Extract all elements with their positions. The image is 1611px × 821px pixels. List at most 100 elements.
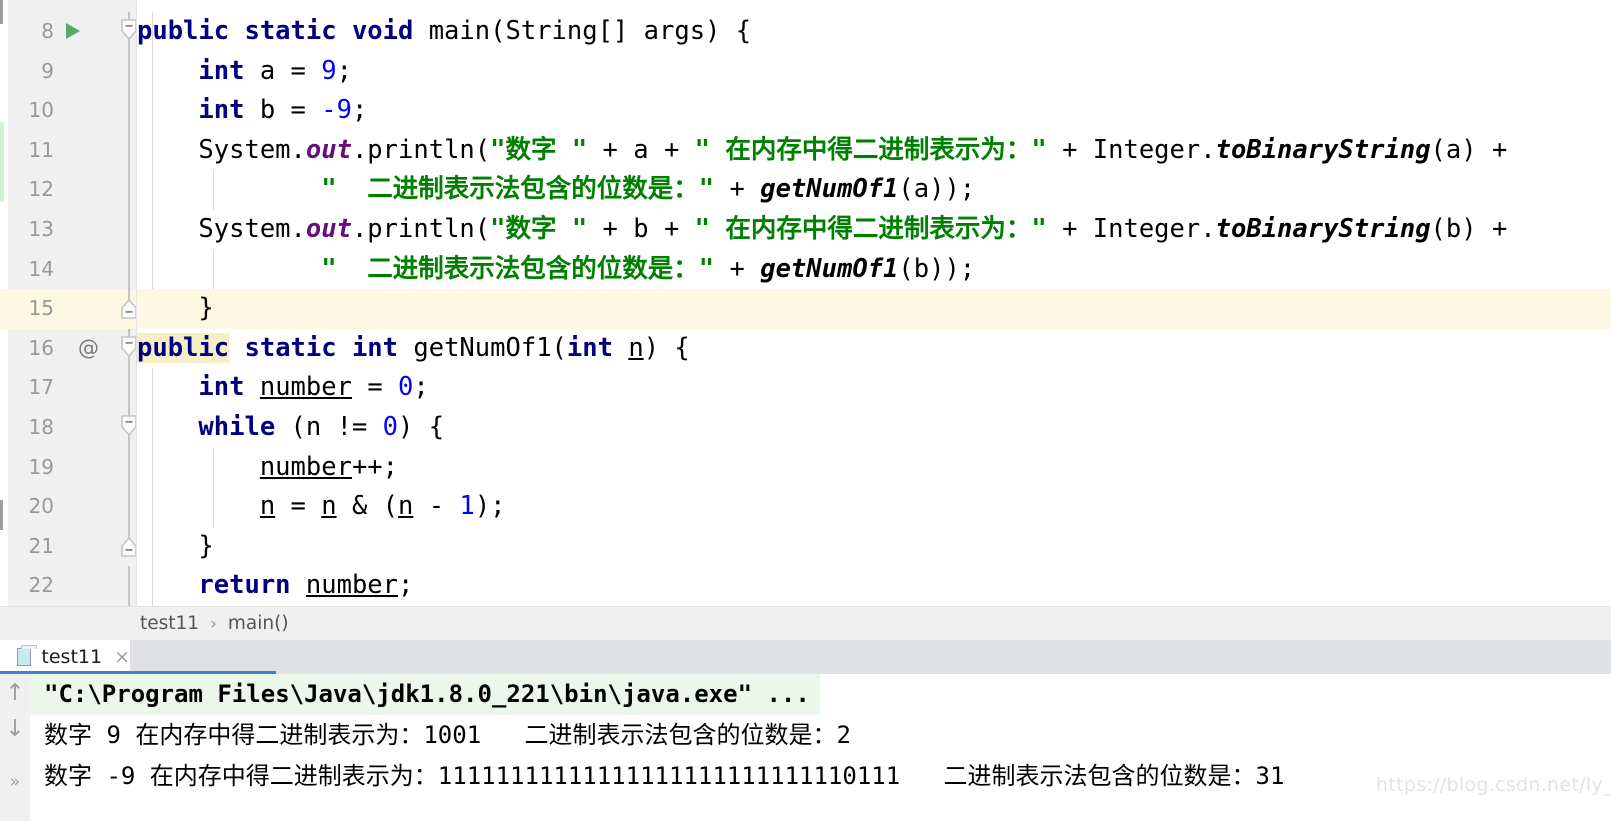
- line-number: 17: [28, 375, 54, 400]
- line-number: 11: [28, 137, 54, 162]
- fold-stem: [128, 368, 130, 408]
- code-token: 0: [382, 412, 399, 442]
- code-token: while: [198, 412, 291, 442]
- code-line[interactable]: 22 return number;: [0, 566, 1611, 606]
- breadcrumb-separator-icon: ›: [210, 613, 217, 634]
- code-text: int number = 0;: [137, 368, 429, 408]
- code-text: }: [137, 527, 213, 567]
- code-line[interactable]: 9 int a = 9;: [0, 51, 1611, 92]
- code-token: 9: [321, 55, 337, 86]
- code-token: n: [321, 491, 337, 522]
- code-token: int: [198, 95, 260, 126]
- code-line[interactable]: 11 System.out.println("数字 " + a + " 在内存中…: [0, 130, 1611, 171]
- breadcrumb-class[interactable]: test11: [140, 613, 199, 634]
- code-token: System.: [137, 214, 306, 244]
- code-text: " 二进制表示法包含的位数是：" + getNumOf1(a));: [137, 170, 975, 210]
- code-token: getNumOf1: [760, 253, 899, 284]
- code-token: + Integer.: [1046, 134, 1216, 165]
- run-icon[interactable]: [66, 23, 80, 39]
- code-token: + b +: [587, 214, 695, 244]
- scroll-up-icon[interactable]: ↑: [0, 680, 30, 706]
- code-text: number++;: [137, 448, 398, 488]
- code-token: =: [351, 372, 399, 403]
- code-token: number: [305, 570, 399, 601]
- code-token: (n !=: [290, 412, 383, 442]
- code-token: " 二进制表示法包含的位数是：": [321, 174, 715, 205]
- code-text: System.out.println("数字 " + b + " 在内存中得二进…: [137, 210, 1507, 250]
- fold-stem: [128, 487, 130, 527]
- code-line[interactable]: 16 @ public static int getNumOf1(int n) {: [0, 328, 1611, 369]
- code-line[interactable]: 17 int number = 0;: [0, 368, 1611, 408]
- code-token: out: [305, 134, 352, 165]
- close-icon[interactable]: ×: [114, 646, 130, 668]
- code-line[interactable]: 19 number++;: [0, 447, 1611, 488]
- console-output[interactable]: "C:\Program Files\Java\jdk1.8.0_221\bin\…: [30, 674, 1611, 821]
- line-number: 19: [28, 454, 54, 479]
- code-token: getNumOf1: [760, 174, 899, 205]
- code-token: number: [259, 372, 352, 403]
- code-token: void: [351, 16, 429, 46]
- line-number: 10: [28, 98, 54, 123]
- code-token: ++;: [351, 451, 399, 482]
- code-line[interactable]: 18 while (n != 0) {: [0, 408, 1611, 448]
- code-token: n: [398, 491, 414, 522]
- code-text: int b = -9;: [137, 91, 367, 131]
- console-output-line: 数字 -9 在内存中得二进制表示为：1111111111111111111111…: [44, 762, 1285, 790]
- console-tab-test11[interactable]: test11 ×: [0, 640, 130, 674]
- fold-stem: [128, 447, 130, 488]
- code-token: number: [259, 451, 352, 482]
- code-token: );: [474, 491, 506, 522]
- code-line[interactable]: 8 public static void main(String[] args) …: [0, 12, 1611, 52]
- code-token: getNumOf1(: [413, 332, 567, 363]
- line-number: 9: [41, 58, 54, 83]
- code-token: out: [305, 214, 352, 244]
- code-line[interactable]: 12 " 二进制表示法包含的位数是：" + getNumOf1(a));: [0, 170, 1611, 210]
- fold-stem: [128, 210, 130, 250]
- fold-stem: [128, 51, 130, 92]
- code-token: ;: [351, 95, 368, 126]
- code-line[interactable]: 10 int b = -9;: [0, 91, 1611, 131]
- code-line[interactable]: 15 }: [0, 289, 1611, 329]
- code-text: int a = 9;: [137, 52, 352, 92]
- scroll-down-icon[interactable]: ↓: [0, 716, 30, 742]
- code-line[interactable]: 20 n = n & (n - 1);: [0, 487, 1611, 527]
- soft-wrap-icon[interactable]: »: [0, 772, 30, 792]
- code-token: +: [714, 253, 761, 284]
- code-text: public static int getNumOf1(int n) {: [137, 329, 690, 369]
- code-token: toBinaryString: [1215, 214, 1431, 244]
- code-text: while (n != 0) {: [137, 408, 444, 448]
- code-token: (b) +: [1430, 214, 1508, 244]
- code-token: ;: [413, 372, 429, 403]
- code-token: (a) +: [1430, 134, 1508, 165]
- breadcrumb: test11 › main(): [0, 606, 1611, 640]
- line-number: 22: [28, 573, 54, 598]
- code-token: + Integer.: [1046, 214, 1216, 244]
- console-output-line: 数字 9 在内存中得二进制表示为：1001 二进制表示法包含的位数是：2: [44, 721, 851, 749]
- code-text: n = n & (n - 1);: [137, 487, 506, 527]
- line-number: 20: [28, 494, 54, 519]
- annotation-icon[interactable]: @: [78, 329, 99, 369]
- code-token: " 在内存中得二进制表示为：": [694, 214, 1047, 244]
- code-text: System.out.println("数字 " + a + " 在内存中得二进…: [137, 131, 1507, 171]
- code-line[interactable]: 14 " 二进制表示法包含的位数是：" + getNumOf1(b));: [0, 249, 1611, 290]
- code-token: & (: [336, 491, 399, 522]
- code-token: -9: [321, 95, 352, 126]
- code-editor[interactable]: 8 public static void main(String[] args) …: [0, 0, 1611, 606]
- line-number: 14: [28, 256, 54, 281]
- line-number: 12: [28, 177, 54, 202]
- code-token: n: [628, 332, 644, 363]
- line-number: 13: [28, 217, 54, 241]
- code-token: +: [714, 174, 761, 205]
- line-number: 16: [28, 335, 54, 360]
- breadcrumb-method[interactable]: main(): [228, 613, 289, 634]
- code-line[interactable]: 21 }: [0, 526, 1611, 567]
- console-toolbar: ↑ ↓ »: [0, 674, 30, 821]
- code-line[interactable]: 13 System.out.println("数字 " + b + " 在内存中…: [0, 210, 1611, 250]
